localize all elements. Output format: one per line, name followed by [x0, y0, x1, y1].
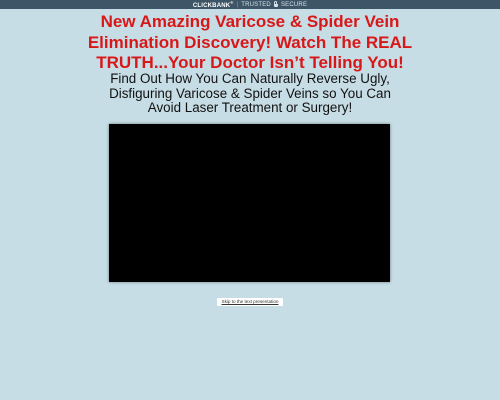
video-player[interactable] [109, 124, 390, 282]
subhead-line-2: Disfiguring Varicose & Spider Veins so Y… [109, 85, 391, 101]
secure-label: SECURE [280, 1, 308, 8]
trusted-label: TRUSTED [241, 1, 271, 8]
subhead-line-3: Avoid Laser Treatment or Surgery! [147, 100, 353, 115]
headline-line-1: New Amazing Varicose & Spider Vein [100, 12, 400, 31]
subhead-line-1: Find Out How You Can Naturally Reverse U… [110, 71, 390, 86]
headline-line-3: TRUTH...Your Doctor Isn’t Telling You! [96, 53, 404, 72]
clickbank-logo-text: CLICKBANK [192, 3, 231, 9]
trust-bar-separator: | [236, 1, 239, 8]
registered-mark: ® [230, 0, 234, 5]
skip-to-text-link[interactable]: Skip to the text presentation [217, 298, 283, 306]
clickbank-logo: CLICKBANK® [193, 0, 234, 9]
clickbank-trust-bar: CLICKBANK® | TRUSTED SECURE [0, 0, 500, 9]
lock-icon [273, 1, 278, 7]
page-headline: New Amazing Varicose & Spider Vein Elimi… [40, 12, 460, 74]
page-subheadline: Find Out How You Can Naturally Reverse U… [40, 71, 460, 116]
headline-line-2: Elimination Discovery! Watch The REAL [87, 32, 413, 52]
